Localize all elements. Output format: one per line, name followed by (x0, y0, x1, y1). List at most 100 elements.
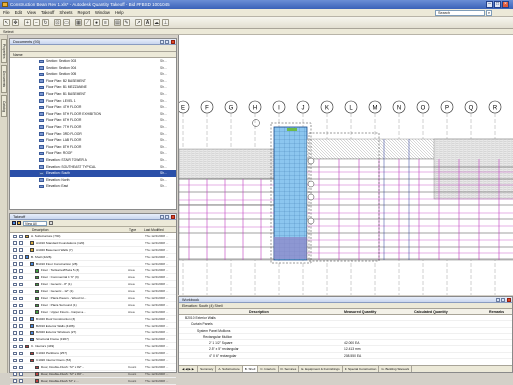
list-item[interactable]: Floor Plan: LEVEL 1 Sh... (10, 98, 176, 105)
checkbox[interactable] (13, 282, 17, 287)
table-row[interactable]: B2010 Exterior Walls (4186) Thu 12/4/2008… (10, 323, 176, 330)
list-item[interactable]: Floor Plan: LAB FLOOR Sh... (10, 137, 176, 144)
search-icon[interactable]: ⌕ (486, 10, 492, 16)
list-item[interactable]: Floor Plan: ROOF Sh... (10, 150, 176, 157)
workbook-tab[interactable]: A. Substructure (216, 366, 243, 372)
rotate-icon[interactable]: ↻ (42, 19, 49, 26)
checkbox[interactable] (19, 344, 23, 349)
table-row[interactable]: A1010 Standard Foundations (120) Thu 12/4… (10, 240, 176, 247)
checkbox[interactable] (13, 365, 17, 370)
maximize-button[interactable]: □ (494, 1, 501, 8)
list-item[interactable]: Floor Plan: 8TH FLOOR Sh... (10, 144, 176, 151)
menu-takeoff[interactable]: Takeoff (39, 9, 56, 17)
search-input[interactable]: Search (435, 10, 485, 16)
pin-icon[interactable] (496, 298, 500, 302)
table-row[interactable]: B2020 Exterior Windows (27) Thu 12/4/2008… (10, 329, 176, 337)
checkbox[interactable] (19, 351, 23, 356)
table-row[interactable]: C1020 Interior Doors (53) Thu 12/4/2008 .… (10, 357, 176, 364)
table-row[interactable]: B1010 Floor Construction (28) Thu 12/4/20… (10, 261, 176, 268)
workbook-tab[interactable]: C. Interiors (258, 366, 279, 372)
workbook-tab[interactable]: D. Services (278, 366, 300, 372)
list-item[interactable]: Floor Plan: B1 MEZZANINE Sh... (10, 84, 176, 91)
checkbox[interactable] (19, 324, 23, 328)
restore-icon[interactable] (501, 298, 505, 302)
workbook-tab[interactable]: E. Equipment & Furnishings (299, 366, 343, 372)
menu-report[interactable]: Report (75, 9, 92, 17)
linear-takeoff-icon[interactable]: ⟋ (84, 19, 91, 26)
count-takeoff-icon[interactable]: ● (93, 19, 100, 26)
new-item-icon[interactable] (12, 221, 16, 225)
view-select[interactable]: View All (23, 221, 47, 226)
checkbox[interactable] (13, 303, 17, 307)
list-item[interactable]: Elevation: North Sh... (10, 177, 176, 184)
close-panel-icon[interactable] (507, 298, 511, 302)
pin-icon[interactable] (160, 215, 164, 219)
checkbox[interactable] (19, 365, 23, 370)
fit-page-icon[interactable]: ⊡ (54, 19, 61, 26)
area-takeoff-icon[interactable]: ▦ (75, 19, 82, 26)
checkbox[interactable] (19, 269, 23, 273)
table-row[interactable]: Floor : Upper Floors - Carpet a... Area Th… (10, 309, 176, 316)
select-tool-icon[interactable]: ↖ (3, 19, 10, 26)
table-row[interactable]: A1020 Basement Walls (7) Thu 12/4/2008 ..… (10, 247, 176, 254)
checkbox[interactable] (19, 337, 23, 342)
table-row[interactable]: Door, Double-Flush 72" x ... Count Thu 12/… (10, 378, 176, 385)
checkbox[interactable] (19, 289, 23, 294)
table-row[interactable]: Floor : Plaza Surround (1) Area Thu 12/4/2… (10, 302, 176, 309)
table-row[interactable]: Floor : Plaza Pavers - Wood Gr... Area Thu… (10, 295, 176, 302)
folder-icon[interactable] (17, 221, 21, 225)
checkbox[interactable] (19, 282, 23, 287)
checkbox[interactable] (19, 234, 23, 239)
checkbox[interactable] (13, 331, 17, 335)
checkbox[interactable] (19, 303, 23, 307)
close-button[interactable]: × (502, 1, 509, 8)
restore-icon[interactable] (165, 215, 169, 219)
checkbox[interactable] (13, 241, 17, 245)
markup-icon[interactable]: ✎ (123, 19, 130, 26)
checkbox[interactable] (13, 317, 17, 321)
properties-icon[interactable]: ≡ (102, 19, 109, 26)
menu-view[interactable]: View (25, 9, 38, 17)
pin-icon[interactable] (160, 40, 164, 44)
workbook-tab[interactable]: B. Shell (242, 366, 259, 372)
checkbox[interactable] (19, 275, 23, 280)
zoom-out-icon[interactable]: − (33, 19, 40, 26)
checkbox[interactable] (19, 358, 23, 363)
list-item[interactable]: Elevation: SOUTHEAST TYPICAL Sh... (10, 164, 176, 171)
table-row[interactable]: 4" X 6" rectangular 208.550 EA (179, 353, 512, 360)
list-item[interactable]: Floor Plan: B2 BASEMENT Sh... (10, 78, 176, 85)
checkbox[interactable] (13, 275, 17, 280)
list-item[interactable]: Elevation: East Sh... (10, 183, 176, 190)
table-row[interactable]: B1020 Roof Construction (3) Thu 12/4/2008… (10, 316, 176, 323)
checkbox[interactable] (13, 289, 17, 294)
table-row[interactable]: Door, Double-Flush: 72" x 84"... Count Thu… (10, 371, 176, 378)
table-row[interactable]: Door, Double-Flush: 72" x 82"... Count Thu… (10, 364, 176, 371)
menu-help[interactable]: Help (113, 9, 126, 17)
arrow-markup-icon[interactable]: ↗ (135, 19, 142, 26)
window-zoom-icon[interactable]: ▭ (63, 19, 70, 26)
list-item[interactable]: Floor Plan: 3RD FLOOR Sh... (10, 131, 176, 138)
list-item[interactable]: Floor Plan: 5TH FLOOR EXHIBITION Sh... (10, 111, 176, 118)
checkbox[interactable] (13, 255, 17, 259)
checkbox[interactable] (19, 255, 23, 259)
restore-icon[interactable] (165, 40, 169, 44)
list-item[interactable]: Section: Section 005 Sh... (10, 71, 176, 78)
checkbox[interactable] (19, 248, 23, 252)
tab-scroll-buttons[interactable]: ◀ ◀ ▶ ▶ (179, 366, 199, 372)
checkbox[interactable] (13, 337, 17, 342)
checkbox[interactable] (19, 317, 23, 321)
checkbox[interactable] (13, 351, 17, 356)
checkbox[interactable] (19, 241, 23, 245)
list-item[interactable]: Section: Section 004 Sh... (10, 65, 176, 72)
checkbox[interactable] (13, 269, 17, 273)
list-item[interactable]: Floor Plan: 4TH FLOOR Sh... (10, 104, 176, 111)
checkbox[interactable] (19, 331, 23, 335)
list-item[interactable]: Elevation: STAIR TOWER A Sh... (10, 157, 176, 164)
table-row[interactable]: B. Shell (4226) Thu 12/4/2008 ... (10, 254, 176, 261)
checkbox[interactable] (19, 310, 23, 314)
checkbox[interactable] (13, 248, 17, 252)
tab-documents[interactable]: Documents (1, 65, 7, 93)
cloud-markup-icon[interactable]: ☁ (153, 19, 160, 26)
list-item[interactable]: Floor Plan: 7TH FLOOR Sh... (10, 124, 176, 131)
menu-file[interactable]: File (1, 9, 12, 17)
